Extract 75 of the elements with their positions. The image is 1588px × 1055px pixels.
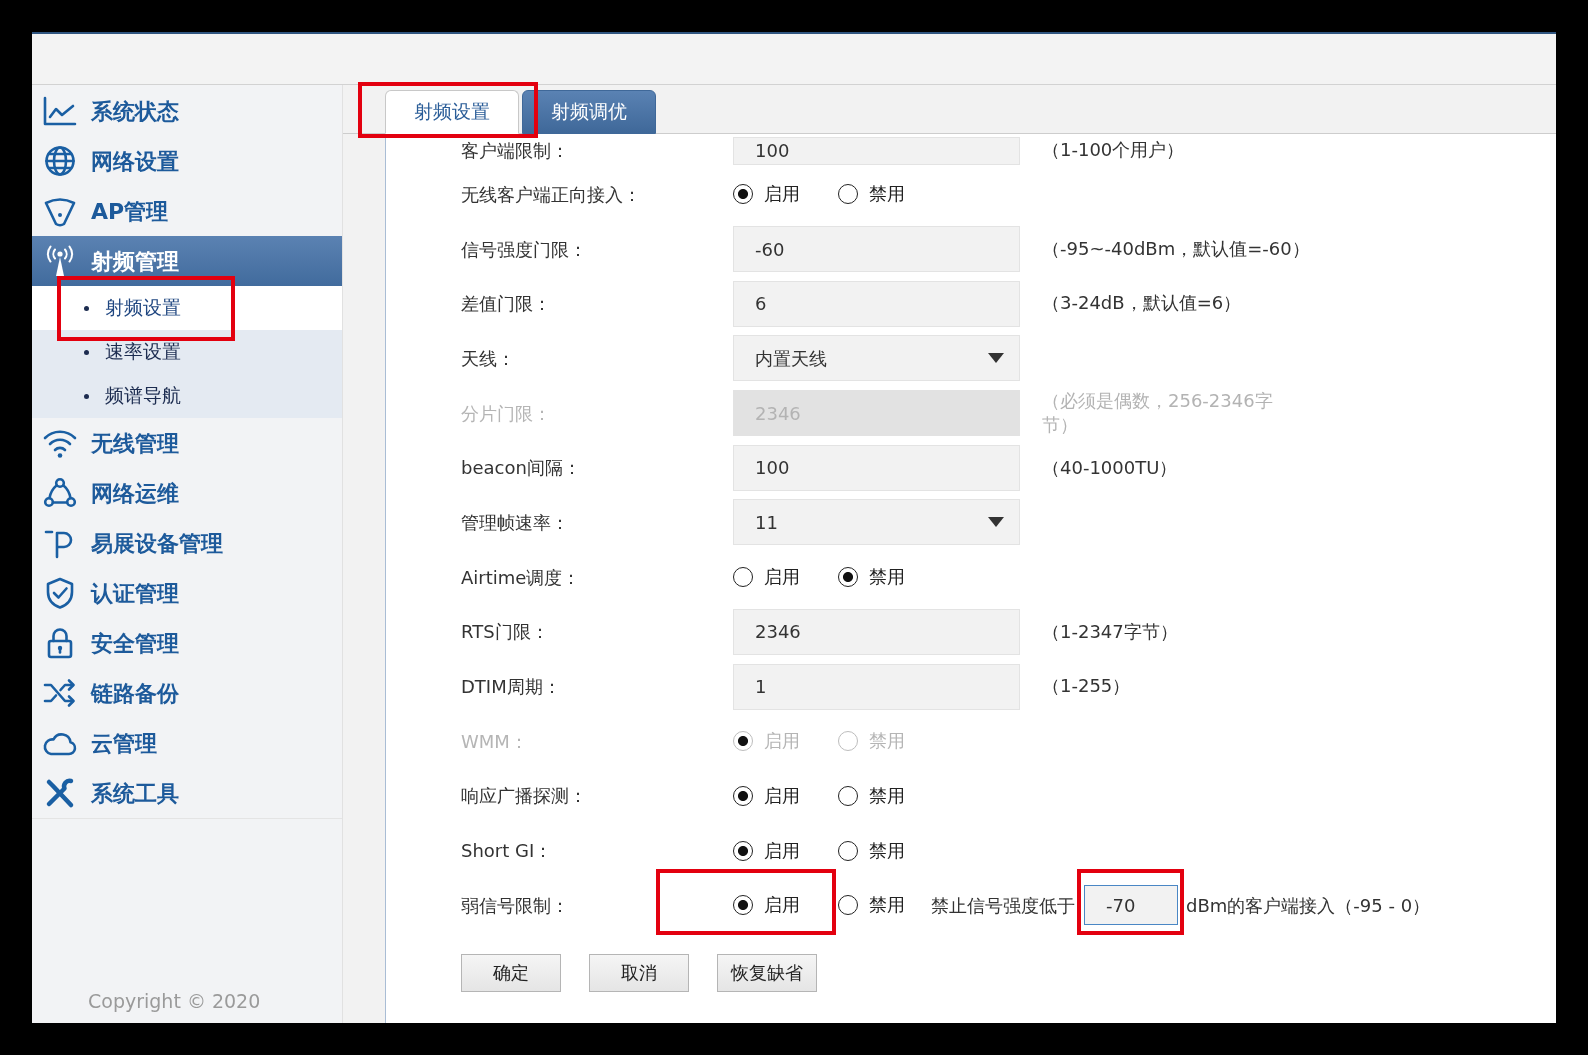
network-nodes-icon — [42, 477, 78, 509]
field-label: WMM： — [461, 729, 529, 754]
radio-option[interactable]: 禁用 — [838, 838, 905, 863]
input-field[interactable]: 100 — [733, 444, 1020, 491]
radio-option[interactable]: 禁用 — [838, 893, 905, 918]
sidebar-item[interactable]: 无线管理 — [32, 418, 342, 468]
globe-icon — [42, 145, 78, 177]
bullet-icon — [84, 393, 89, 399]
field-text: 禁止信号强度低于 — [931, 893, 1075, 918]
hint-text: （必须是偶数，256-2346字节） — [1042, 388, 1274, 438]
field-label: 响应广播探测： — [461, 784, 588, 809]
field-label: DTIM周期： — [461, 675, 562, 700]
tab[interactable]: 射频设置 — [385, 90, 519, 134]
device-icon — [42, 195, 78, 227]
field-label: beacon间隔： — [461, 456, 582, 481]
radio-option[interactable]: 禁用 — [838, 182, 905, 207]
hint-text: （1-100个用户） — [1042, 138, 1185, 163]
input-field[interactable]: 2346 — [733, 608, 1020, 655]
hint-text: （1-255） — [1042, 674, 1131, 699]
radio-option[interactable]: 启用 — [733, 838, 800, 863]
hint-text: （1-2347字节） — [1042, 619, 1178, 644]
radio-option[interactable]: 启用 — [733, 565, 800, 590]
input-field[interactable]: -60 — [733, 226, 1020, 273]
bullet-icon — [84, 349, 89, 355]
dropdown[interactable]: 内置天线 — [733, 335, 1020, 382]
sidebar-item[interactable]: 网络运维 — [32, 468, 342, 518]
wifi-icon — [42, 427, 78, 459]
dropdown[interactable]: 11 — [733, 499, 1020, 546]
caret-icon — [988, 353, 1004, 364]
sidebar-item[interactable]: 认证管理 — [32, 568, 342, 618]
field-label: 无线客户端正向接入： — [461, 182, 642, 207]
sidebar-item[interactable]: 易展设备管理 — [32, 518, 342, 568]
sidebar-item[interactable]: 链路备份 — [32, 668, 342, 718]
input-field[interactable]: 100 — [733, 136, 1020, 165]
submenu-item[interactable]: 频谱导航 — [32, 374, 342, 418]
radio-option[interactable]: 启用 — [733, 893, 800, 918]
tab[interactable]: 射频调优 — [522, 90, 656, 134]
radio-option[interactable]: 禁用 — [838, 565, 905, 590]
caret-icon — [988, 517, 1004, 528]
field-label: 差值门限： — [461, 292, 552, 317]
radio-option[interactable]: 启用 — [733, 783, 800, 808]
field-label: Short GI： — [461, 839, 554, 864]
confirm-button[interactable]: 确定 — [461, 953, 561, 992]
radio-option[interactable]: 启用 — [733, 182, 800, 207]
field-label: 客户端限制： — [461, 139, 570, 163]
input-field[interactable]: 1 — [733, 663, 1020, 710]
sidebar-item[interactable]: 系统状态 — [32, 86, 342, 136]
sidebar-item[interactable]: 网络设置 — [32, 136, 342, 186]
sidebar-item[interactable]: AP管理 — [32, 186, 342, 236]
hint-text: （40-1000TU） — [1042, 455, 1178, 480]
field-label: 弱信号限制： — [461, 893, 570, 918]
input-field[interactable]: -70 — [1084, 885, 1178, 926]
hint-text: （-95~-40dBm，默认值=-60） — [1042, 236, 1310, 261]
bullet-icon — [84, 305, 89, 311]
sidebar-item[interactable]: 云管理 — [32, 718, 342, 768]
hint-text: （3-24dB，默认值=6） — [1042, 291, 1242, 316]
field-label: Airtime调度： — [461, 565, 582, 590]
field-label: 信号强度门限： — [461, 237, 588, 262]
radio-option[interactable]: 禁用 — [838, 783, 905, 808]
field-label: 天线： — [461, 346, 516, 371]
cancel-button[interactable]: 取消 — [589, 953, 689, 992]
shuffle-icon — [42, 677, 78, 709]
field-label: 管理帧速率： — [461, 510, 570, 535]
field-text: dBm的客户端接入（-95 - 0） — [1186, 893, 1431, 918]
submenu-item[interactable]: 速率设置 — [32, 330, 342, 374]
sidebar-item[interactable]: 安全管理 — [32, 618, 342, 668]
submenu-item[interactable]: 射频设置 — [32, 286, 342, 330]
sidebar-item[interactable]: 射频管理 — [32, 236, 342, 286]
sidebar-item[interactable]: 系统工具 — [32, 768, 342, 818]
input-field[interactable]: 6 — [733, 280, 1020, 327]
field-label: RTS门限： — [461, 620, 550, 645]
restore-defaults-button[interactable]: 恢复缺省 — [717, 953, 817, 992]
chart-icon — [42, 95, 78, 127]
copyright-text: Copyright © 2020 — [87, 988, 262, 1014]
field-label: 分片门限： — [461, 401, 552, 426]
